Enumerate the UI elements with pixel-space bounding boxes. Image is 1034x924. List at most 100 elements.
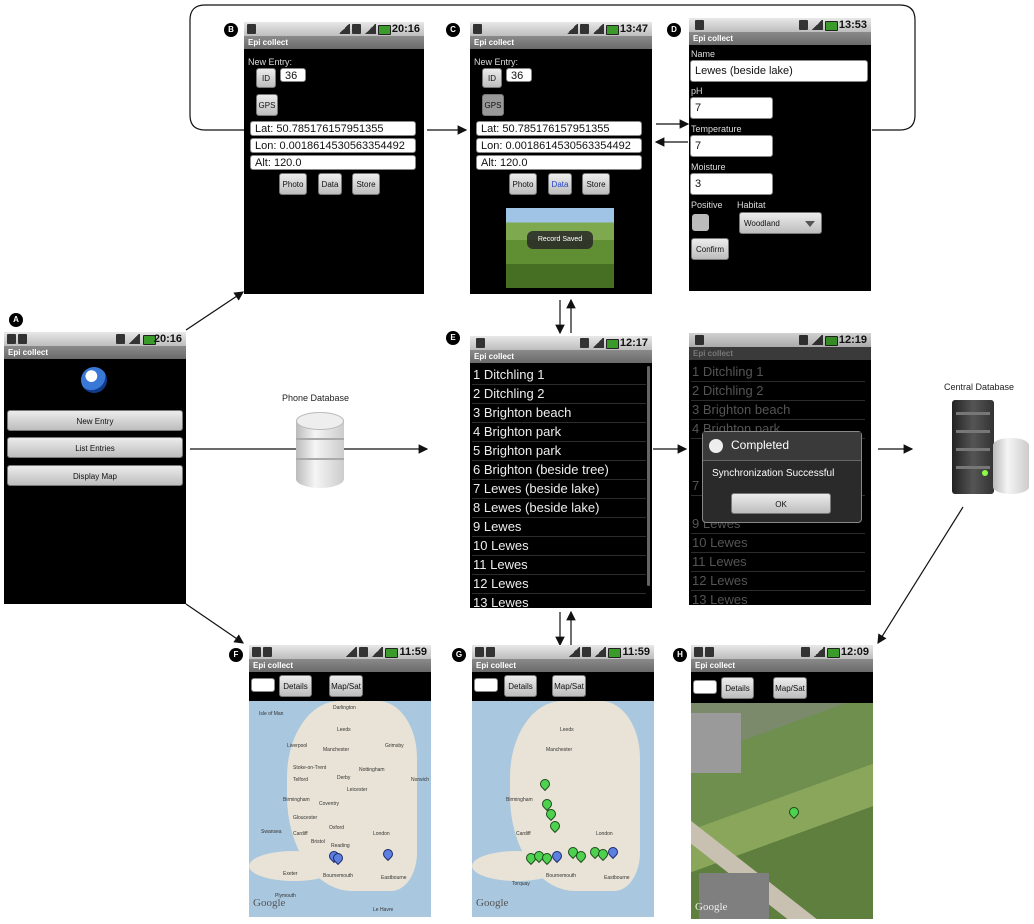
habitat-select[interactable]: Woodland xyxy=(739,212,822,234)
map-city: Norwich xyxy=(411,777,430,783)
id-button[interactable]: ID xyxy=(482,68,502,88)
list-entries-button[interactable]: List Entries xyxy=(7,437,183,458)
map-city: Swansea xyxy=(261,829,282,835)
map-sat-button[interactable]: Map/Sat xyxy=(773,677,807,699)
signal-icon xyxy=(128,334,140,344)
usb-icon xyxy=(7,334,16,344)
screen-e-list-entries: 12:17 Epi collect 1 Ditchling 1 2 Ditchl… xyxy=(470,336,652,608)
confirm-button[interactable]: Confirm xyxy=(691,238,729,260)
map-city: Telford xyxy=(293,777,309,783)
scrollbar[interactable] xyxy=(647,366,650,586)
clock: 11:59 xyxy=(399,646,427,658)
map-sat-button[interactable]: Map/Sat xyxy=(552,675,586,697)
map-city: Nottingham xyxy=(359,767,385,773)
photo-button[interactable]: Photo xyxy=(279,173,307,195)
arrow-db-to-h xyxy=(877,506,964,645)
ok-button[interactable]: OK xyxy=(731,493,831,514)
store-button[interactable]: Store xyxy=(582,173,610,195)
usb-icon xyxy=(694,647,703,657)
details-button[interactable]: Details xyxy=(504,675,537,697)
network-icon xyxy=(580,338,589,348)
photo-button[interactable]: Photo xyxy=(509,173,537,195)
map-search-input[interactable] xyxy=(693,680,717,694)
moisture-field[interactable]: 3 xyxy=(690,173,773,195)
signal-icon xyxy=(592,24,604,34)
gps-button[interactable]: GPS xyxy=(482,94,504,116)
map-city: Leicester xyxy=(347,787,368,793)
clock: 13:47 xyxy=(619,23,648,35)
map-sat-button[interactable]: Map/Sat xyxy=(329,675,363,697)
badge-g: G xyxy=(452,648,466,662)
clock: 12:17 xyxy=(619,337,648,349)
list-item: 10 Lewes xyxy=(691,533,865,553)
status-bar: 11:59 xyxy=(472,645,654,659)
display-map-button[interactable]: Display Map xyxy=(7,465,183,486)
badge-d: D xyxy=(667,23,681,37)
screen-g-map: 11:59 Epi collect Details Map/Sat Leeds … xyxy=(472,645,654,917)
badge-f: F xyxy=(229,648,243,662)
list-item[interactable]: 9 Lewes xyxy=(472,517,646,537)
clock: 12:09 xyxy=(840,646,869,658)
gps-button[interactable]: GPS xyxy=(256,94,278,116)
list-item[interactable]: 3 Brighton beach xyxy=(472,403,646,423)
altitude-field[interactable]: Alt: 120.0 xyxy=(250,155,416,170)
uk-map[interactable]: Leeds Manchester Birmingham London Cardi… xyxy=(472,701,654,917)
clock: 20:16 xyxy=(153,333,182,345)
list-item[interactable]: 4 Brighton park xyxy=(472,422,646,442)
list-item[interactable]: 8 Lewes (beside lake) xyxy=(472,498,646,518)
longitude-field[interactable]: Lon: 0.0018614530563354492 xyxy=(476,138,642,153)
list-item[interactable]: 13 Lewes xyxy=(472,593,646,608)
battery-icon xyxy=(378,25,391,35)
list-item[interactable]: 2 Ditchling 2 xyxy=(472,384,646,404)
badge-b: B xyxy=(224,23,238,37)
list-item[interactable]: 1 Ditchling 1 xyxy=(472,365,646,385)
network-icon xyxy=(799,335,808,345)
temperature-field[interactable]: 7 xyxy=(690,135,773,157)
sync-dialog: Completed Synchronization Successful OK xyxy=(702,431,862,523)
new-entry-button[interactable]: New Entry xyxy=(7,410,183,431)
map-city: Oxford xyxy=(329,825,345,831)
id-field[interactable]: 36 xyxy=(506,68,532,82)
app-logo-icon xyxy=(81,367,107,393)
id-button[interactable]: ID xyxy=(256,68,276,88)
list-item[interactable]: 12 Lewes xyxy=(472,574,646,594)
id-field[interactable]: 36 xyxy=(280,68,306,82)
data-button[interactable]: Data xyxy=(548,173,572,195)
map-city: Bristol xyxy=(311,839,325,845)
habitat-value: Woodland xyxy=(744,219,780,228)
screen-h-satellite-map: 12:09 Epi collect Details Map/Sat Google xyxy=(691,645,873,919)
list-item[interactable]: 11 Lewes xyxy=(472,555,646,575)
network-icon xyxy=(801,647,810,657)
map-city: Birmingham xyxy=(283,797,310,803)
map-city: Stoke-on-Trent xyxy=(293,765,327,771)
map-city: Derby xyxy=(337,775,351,781)
network-icon xyxy=(359,647,368,657)
details-button[interactable]: Details xyxy=(721,677,754,699)
map-search-input[interactable] xyxy=(474,678,498,692)
map-search-input[interactable] xyxy=(251,678,275,692)
longitude-field[interactable]: Lon: 0.0018614530563354492 xyxy=(250,138,416,153)
latitude-field[interactable]: Lat: 50.785176157951355 xyxy=(250,121,416,136)
latitude-field[interactable]: Lat: 50.785176157951355 xyxy=(476,121,642,136)
satellite-map[interactable]: Google xyxy=(691,703,873,919)
positive-checkbox[interactable] xyxy=(692,214,709,231)
p-icon xyxy=(486,647,495,657)
altitude-field[interactable]: Alt: 120.0 xyxy=(476,155,642,170)
details-button[interactable]: Details xyxy=(279,675,312,697)
list-item[interactable]: 5 Brighton park xyxy=(472,441,646,461)
map-city: Eastbourne xyxy=(604,875,630,881)
battery-icon xyxy=(606,25,619,35)
map-pin-green[interactable] xyxy=(786,804,802,820)
ph-field[interactable]: 7 xyxy=(690,97,773,119)
store-button[interactable]: Store xyxy=(352,173,380,195)
app-title-bar: Epi collect xyxy=(470,350,652,363)
list-item[interactable]: 6 Brighton (beside tree) xyxy=(472,460,646,480)
map-city: Leeds xyxy=(337,727,351,733)
list-item[interactable]: 10 Lewes xyxy=(472,536,646,556)
name-field[interactable]: Lewes (beside lake) xyxy=(690,60,868,82)
uk-map[interactable]: Isle of Man Darlington Leeds Liverpool M… xyxy=(249,701,431,917)
battery-icon xyxy=(606,339,619,349)
list-item[interactable]: 7 Lewes (beside lake) xyxy=(472,479,646,499)
data-button[interactable]: Data xyxy=(318,173,342,195)
signal-icon xyxy=(594,647,606,657)
